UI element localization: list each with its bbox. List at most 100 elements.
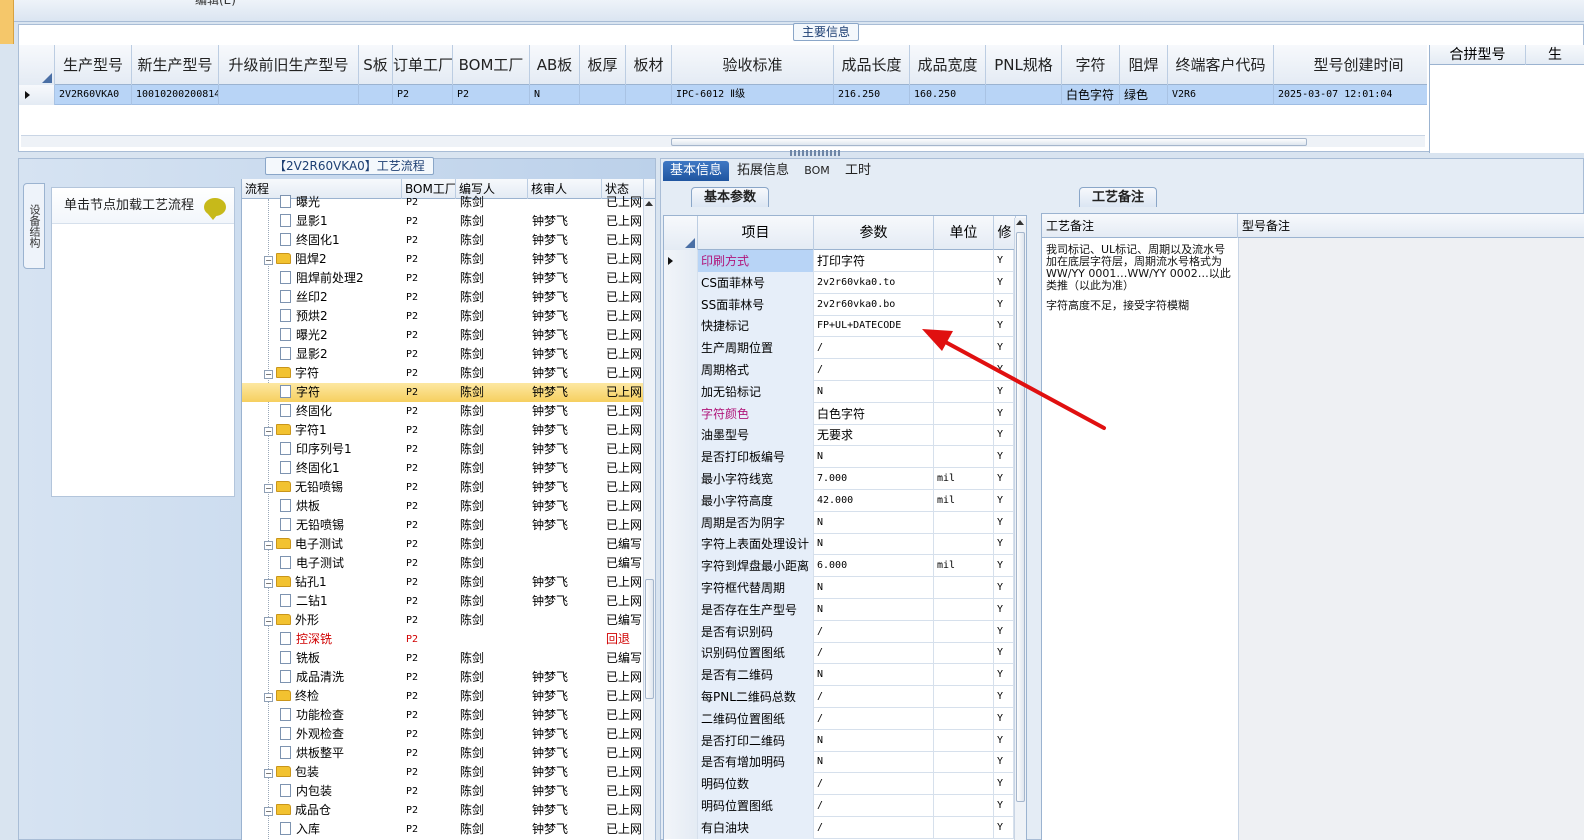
main-col-3[interactable]: S板 [359, 45, 393, 85]
param-flag[interactable]: Y [994, 707, 1014, 730]
param-row[interactable]: CS面菲林号 2v2r60vka0.to Y [664, 271, 1014, 294]
param-row[interactable]: 字符框代替周期 N Y [664, 577, 1014, 599]
main-cell-2[interactable] [219, 85, 359, 105]
param-value[interactable]: 无要求 [814, 424, 934, 447]
param-row-indicator[interactable] [664, 380, 698, 403]
param-flag[interactable]: Y [994, 380, 1014, 403]
param-value[interactable]: / [814, 337, 934, 360]
param-row[interactable]: 明码位置图纸 / Y [664, 795, 1014, 817]
tree-row[interactable]: − 终检 P2 陈剑 钟梦飞 已上网 [242, 687, 648, 706]
param-row-indicator[interactable] [664, 577, 698, 599]
main-col-14[interactable]: 阻焊 [1120, 45, 1168, 85]
main-cell-1[interactable]: 10010200200814 [132, 85, 219, 105]
main-col-2[interactable]: 升级前旧生产型号 [219, 45, 359, 85]
main-cell-4[interactable]: P2 [393, 85, 453, 105]
main-cell-9[interactable]: IPC-6012 Ⅱ级 [672, 85, 834, 105]
main-cell-12[interactable] [986, 85, 1062, 105]
tree-node[interactable]: − 电子测试 [264, 535, 414, 554]
tree-row[interactable]: − 钻孔1 P2 陈剑 钟梦飞 已上网 [242, 573, 648, 592]
main-col-12[interactable]: PNL规格 [986, 45, 1062, 85]
param-value[interactable]: N [814, 664, 934, 687]
collapse-icon[interactable]: − [264, 541, 273, 550]
param-row[interactable]: 是否有二维码 N Y [664, 664, 1014, 687]
param-row[interactable]: 明码位数 / Y [664, 773, 1014, 796]
param-value[interactable]: / [814, 359, 934, 381]
param-value[interactable]: 42.000 [814, 489, 934, 512]
param-flag[interactable]: Y [994, 402, 1014, 425]
main-cell-8[interactable] [626, 85, 672, 105]
param-flag[interactable]: Y [994, 816, 1014, 839]
device-structure-tab[interactable]: 设备结构 [23, 183, 45, 269]
param-row-indicator[interactable] [664, 620, 698, 643]
tree-node[interactable]: − 成品仓 [264, 801, 414, 820]
param-flag[interactable]: Y [994, 686, 1014, 708]
param-row-indicator[interactable] [664, 468, 698, 490]
param-flag[interactable]: Y [994, 751, 1014, 774]
main-cell-0[interactable]: 2V2R60VKA0 [55, 85, 132, 105]
tree-row[interactable]: 字符 P2 陈剑 钟梦飞 已上网 [242, 383, 648, 402]
param-row-indicator[interactable] [664, 751, 698, 774]
tree-row[interactable]: 外观检查 P2 陈剑 钟梦飞 已上网 [242, 725, 648, 744]
tree-node[interactable]: − 阻焊2 [264, 250, 414, 269]
param-flag[interactable]: Y [994, 468, 1014, 490]
process-remark-tab[interactable]: 工艺备注 [1079, 187, 1158, 207]
param-row[interactable]: 是否打印板编号 N Y [664, 446, 1014, 469]
main-cell-10[interactable]: 216.250 [834, 85, 910, 105]
param-value[interactable]: N [814, 533, 934, 556]
param-flag[interactable]: Y [994, 555, 1014, 578]
param-row-indicator[interactable] [664, 598, 698, 621]
main-col-13[interactable]: 字符 [1062, 45, 1120, 85]
tree-row[interactable]: 内包装 P2 陈剑 钟梦飞 已上网 [242, 782, 648, 801]
param-row-indicator[interactable] [664, 359, 698, 381]
main-cell-11[interactable]: 160.250 [910, 85, 986, 105]
param-row-indicator[interactable] [664, 271, 698, 294]
param-value[interactable]: 7.000 [814, 468, 934, 490]
main-cell-14[interactable]: 绿色 [1120, 85, 1168, 105]
param-row[interactable]: 周期是否为阴字 N Y [664, 511, 1014, 534]
param-flag[interactable]: Y [994, 664, 1014, 687]
param-flag[interactable]: Y [994, 598, 1014, 621]
param-value[interactable]: / [814, 795, 934, 817]
scroll-up-icon[interactable] [645, 201, 653, 206]
param-row-indicator[interactable] [664, 664, 698, 687]
param-value[interactable]: N [814, 598, 934, 621]
param-row[interactable]: 识别码位置图纸 / Y [664, 642, 1014, 665]
param-value[interactable]: N [814, 577, 934, 599]
main-col-8[interactable]: 板材 [626, 45, 672, 85]
collapse-icon[interactable]: − [264, 693, 273, 702]
param-row[interactable]: 每PNL二维码总数 / Y [664, 686, 1014, 708]
tree-node[interactable]: − 钻孔1 [264, 573, 414, 592]
tree-row[interactable]: 入库 P2 陈剑 钟梦飞 已上网 [242, 820, 648, 839]
tree-row[interactable]: 烘板整平 P2 陈剑 钟梦飞 已上网 [242, 744, 648, 763]
main-col-10[interactable]: 成品长度 [834, 45, 910, 85]
main-col-11[interactable]: 成品宽度 [910, 45, 986, 85]
main-col-9[interactable]: 验收标准 [672, 45, 834, 85]
param-flag[interactable]: Y [994, 315, 1014, 338]
param-row-indicator[interactable] [664, 642, 698, 665]
scroll-thumb[interactable] [645, 579, 654, 699]
param-row-indicator[interactable] [664, 250, 698, 272]
tree-row[interactable]: 终固化1 P2 陈剑 钟梦飞 已上网 [242, 231, 648, 250]
param-row-indicator[interactable] [664, 816, 698, 839]
param-value[interactable]: 2v2r60vka0.to [814, 271, 934, 294]
param-row-indicator[interactable] [664, 402, 698, 425]
basic-params-tab[interactable]: 基本参数 [691, 187, 770, 207]
main-cell-16[interactable]: 2025-03-07 12:01:04 [1274, 85, 1444, 105]
tree-row[interactable]: − 外形 P2 陈剑 已编写 [242, 611, 648, 630]
param-row[interactable]: SS面菲林号 2v2r60vka0.bo Y [664, 293, 1014, 316]
tab-work-hours[interactable]: 工时 [841, 161, 875, 181]
process-tree-vscroll[interactable] [643, 199, 655, 840]
main-col-0[interactable]: 生产型号 [55, 45, 132, 85]
tree-row[interactable]: 成品清洗 P2 陈剑 钟梦飞 已上网 [242, 668, 648, 687]
param-flag[interactable]: Y [994, 337, 1014, 360]
param-flag[interactable]: Y [994, 577, 1014, 599]
param-row-indicator[interactable] [664, 686, 698, 708]
param-row[interactable]: 加无铅标记 N Y [664, 380, 1014, 403]
param-value[interactable]: N [814, 446, 934, 469]
main-col-7[interactable]: 板厚 [580, 45, 626, 85]
main-col-4[interactable]: 订单工厂 [393, 45, 453, 85]
collapse-icon[interactable]: − [264, 769, 273, 778]
tab-bom[interactable]: BOM [799, 161, 835, 181]
main-cell-15[interactable]: V2R6 [1168, 85, 1274, 105]
param-row[interactable]: 快捷标记 FP+UL+DATECODE Y [664, 315, 1014, 338]
